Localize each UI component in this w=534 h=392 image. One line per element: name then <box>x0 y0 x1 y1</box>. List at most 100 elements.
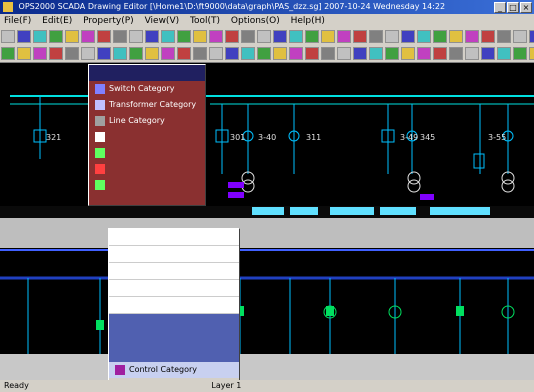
toolbar-tool-icon[interactable] <box>401 30 415 43</box>
menu-help[interactable]: Help(H) <box>287 14 329 28</box>
toolbar-tool-icon[interactable] <box>353 47 367 60</box>
toolbar-tool-icon[interactable] <box>305 47 319 60</box>
toolbar-tool-icon[interactable] <box>417 30 431 43</box>
toolbar-tool-icon[interactable] <box>369 47 383 60</box>
toolbar-tool-icon[interactable] <box>321 47 335 60</box>
toolbar-tool-icon[interactable] <box>17 47 31 60</box>
toolbar-tool-icon[interactable] <box>49 30 63 43</box>
drawing-canvas[interactable]: 321 301 3-40 311 3-49 345 3-55 Switch Ca… <box>0 64 534 386</box>
lower-item-8[interactable] <box>109 346 239 362</box>
toolbar-tool-icon[interactable] <box>209 47 223 60</box>
toolbar-tool-icon[interactable] <box>337 30 351 43</box>
toolbar-tool-icon[interactable] <box>273 47 287 60</box>
toolbar-tool-icon[interactable] <box>417 47 431 60</box>
status-bar: Ready Layer 1 <box>0 380 534 392</box>
toolbar-tool-icon[interactable] <box>161 47 175 60</box>
toolbar-tool-icon[interactable] <box>81 47 95 60</box>
toolbar-tool-icon[interactable] <box>177 30 191 43</box>
toolbar-tool-icon[interactable] <box>497 47 511 60</box>
app-icon <box>3 2 13 12</box>
toolbar-tool-icon[interactable] <box>225 30 239 43</box>
toolbar-tool-icon[interactable] <box>241 47 255 60</box>
toolbar-tool-icon[interactable] <box>401 47 415 60</box>
toolbar-tool-icon[interactable] <box>513 47 527 60</box>
category-transformer[interactable]: Transformer Category <box>89 97 205 113</box>
menu-options[interactable]: Options(O) <box>227 14 284 28</box>
lower-item-7[interactable] <box>109 330 239 346</box>
toolbar-tool-icon[interactable] <box>49 47 63 60</box>
toolbar-tool-icon[interactable] <box>289 47 303 60</box>
toolbar-tool-icon[interactable] <box>17 30 31 43</box>
lower-item-2[interactable] <box>109 246 239 263</box>
toolbar-tool-icon[interactable] <box>449 30 463 43</box>
toolbar-tool-icon[interactable] <box>449 47 463 60</box>
toolbar-tool-icon[interactable] <box>193 30 207 43</box>
toolbar-tool-icon[interactable] <box>385 30 399 43</box>
toolbar-tool-icon[interactable] <box>321 30 335 43</box>
toolbar-tool-icon[interactable] <box>353 30 367 43</box>
category-switch[interactable]: Switch Category <box>89 81 205 97</box>
toolbar-tool-icon[interactable] <box>385 47 399 60</box>
toolbar-tool-icon[interactable] <box>33 30 47 43</box>
toolbar-tool-icon[interactable] <box>481 47 495 60</box>
toolbar-tool-icon[interactable] <box>529 47 534 60</box>
toolbar-tool-icon[interactable] <box>273 30 287 43</box>
toolbar-tool-icon[interactable] <box>497 30 511 43</box>
lower-item-6[interactable] <box>109 314 239 330</box>
feeder-label-301: 301 <box>230 133 246 142</box>
toolbar-tool-icon[interactable] <box>33 47 47 60</box>
lower-item-5[interactable] <box>109 297 239 314</box>
toolbar-tool-icon[interactable] <box>113 30 127 43</box>
toolbar-tool-icon[interactable] <box>225 47 239 60</box>
toolbar-tool-icon[interactable] <box>129 47 143 60</box>
toolbar-tool-icon[interactable] <box>1 30 15 43</box>
toolbar-tool-icon[interactable] <box>81 30 95 43</box>
toolbar-tool-icon[interactable] <box>305 30 319 43</box>
toolbar-tool-icon[interactable] <box>257 30 271 43</box>
category-line[interactable]: Line Category <box>89 113 205 129</box>
item-d[interactable] <box>89 177 205 193</box>
toolbar-tool-icon[interactable] <box>257 47 271 60</box>
lower-item-1[interactable] <box>109 229 239 246</box>
maximize-button[interactable]: □ <box>507 2 519 13</box>
toolbar-tool-icon[interactable] <box>465 30 479 43</box>
toolbar-tool-icon[interactable] <box>113 47 127 60</box>
item-b[interactable] <box>89 145 205 161</box>
toolbar-tool-icon[interactable] <box>369 30 383 43</box>
toolbar-tool-icon[interactable] <box>145 47 159 60</box>
toolbar-tool-icon[interactable] <box>433 30 447 43</box>
toolbar-tool-icon[interactable] <box>465 47 479 60</box>
item-c[interactable] <box>89 161 205 177</box>
menu-property[interactable]: Property(P) <box>79 14 138 28</box>
window-title: OPS2000 SCADA Drawing Editor [\Home1\D:\… <box>18 2 446 11</box>
menu-file[interactable]: File(F) <box>0 14 35 28</box>
toolbar-tool-icon[interactable] <box>65 47 79 60</box>
toolbar-tool-icon[interactable] <box>289 30 303 43</box>
toolbar-tool-icon[interactable] <box>337 47 351 60</box>
minimize-button[interactable]: _ <box>494 2 506 13</box>
toolbar-tool-icon[interactable] <box>129 30 143 43</box>
toolbar-tool-icon[interactable] <box>177 47 191 60</box>
toolbar-tool-icon[interactable] <box>161 30 175 43</box>
menu-tool[interactable]: Tool(T) <box>186 14 224 28</box>
toolbar-tool-icon[interactable] <box>97 47 111 60</box>
toolbar-tool-icon[interactable] <box>65 30 79 43</box>
toolbar-tool-icon[interactable] <box>529 30 534 43</box>
toolbar-tool-icon[interactable] <box>481 30 495 43</box>
toolbar-tool-icon[interactable] <box>241 30 255 43</box>
toolbar-tool-icon[interactable] <box>513 30 527 43</box>
toolbar-tool-icon[interactable] <box>209 30 223 43</box>
menu-view[interactable]: View(V) <box>141 14 184 28</box>
item-a[interactable] <box>89 129 205 145</box>
toolbar-tool-icon[interactable] <box>1 47 15 60</box>
toolbar-tool-icon[interactable] <box>145 30 159 43</box>
lower-item-4[interactable] <box>109 280 239 297</box>
lower-item-3[interactable] <box>109 263 239 280</box>
close-button[interactable]: × <box>520 2 532 13</box>
toolbar-tool-icon[interactable] <box>193 47 207 60</box>
toolbar-tool-icon[interactable] <box>433 47 447 60</box>
menu-edit[interactable]: Edit(E) <box>38 14 76 28</box>
category-control[interactable]: Control Category <box>109 362 239 378</box>
toolbar-tool-icon[interactable] <box>97 30 111 43</box>
category-panel-upper: Switch Category Transformer Category Lin… <box>88 64 206 206</box>
